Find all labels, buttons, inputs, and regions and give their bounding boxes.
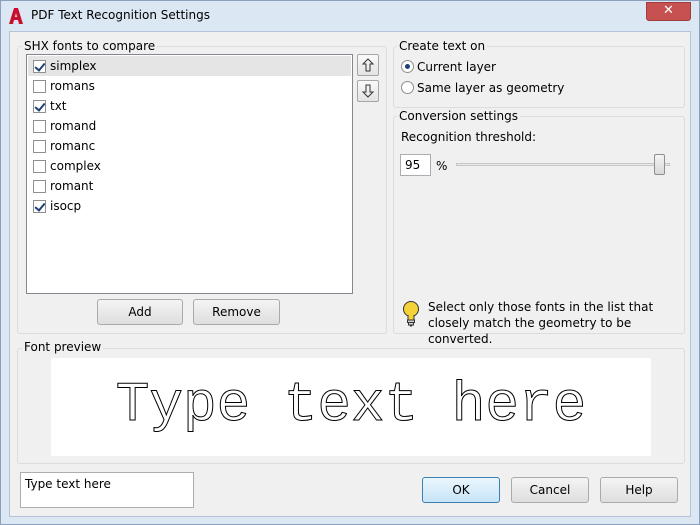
font-list[interactable]: simplex romans txt romand romanc complex xyxy=(26,54,353,294)
font-checkbox[interactable] xyxy=(33,140,46,153)
font-label: romans xyxy=(50,79,95,93)
tip-text: Select only those fonts in the list that… xyxy=(428,300,654,346)
conversion-group-label: Conversion settings xyxy=(397,109,520,123)
move-down-icon xyxy=(361,84,375,98)
move-up-icon xyxy=(361,58,375,72)
threshold-slider-thumb[interactable] xyxy=(653,154,665,175)
font-checkbox[interactable] xyxy=(33,60,46,73)
threshold-label: Recognition threshold: xyxy=(401,130,537,144)
current-layer-label[interactable]: Current layer xyxy=(417,60,496,74)
font-label: isocp xyxy=(50,199,82,213)
font-checkbox[interactable] xyxy=(33,100,46,113)
threshold-slider[interactable] xyxy=(456,163,670,166)
font-label: simplex xyxy=(50,59,97,73)
list-item-romand[interactable]: romand xyxy=(28,116,351,136)
title-bar[interactable]: PDF Text Recognition Settings ✕ xyxy=(1,1,699,31)
list-item-romanc[interactable]: romanc xyxy=(28,136,351,156)
ok-button[interactable]: OK xyxy=(422,477,500,503)
remove-button[interactable]: Remove xyxy=(193,299,280,325)
preview-group-label: Font preview xyxy=(22,340,104,354)
close-icon: ✕ xyxy=(663,3,674,18)
create-text-group xyxy=(393,46,685,108)
lightbulb-icon xyxy=(403,301,419,327)
list-item-romant[interactable]: romant xyxy=(28,176,351,196)
cancel-button[interactable]: Cancel xyxy=(511,477,589,503)
window-title: PDF Text Recognition Settings xyxy=(31,8,210,22)
font-preview: Type text here xyxy=(51,358,651,456)
font-label: romant xyxy=(50,179,94,193)
same-layer-radio[interactable] xyxy=(401,81,414,94)
threshold-input[interactable]: 95 xyxy=(400,154,431,176)
autocad-logo-icon xyxy=(9,8,23,24)
list-item-romans[interactable]: romans xyxy=(28,76,351,96)
list-item-txt[interactable]: txt xyxy=(28,96,351,116)
dialog-window: PDF Text Recognition Settings ✕ SHX font… xyxy=(0,0,700,525)
font-checkbox[interactable] xyxy=(33,120,46,133)
close-button[interactable]: ✕ xyxy=(646,2,691,21)
font-checkbox[interactable] xyxy=(33,80,46,93)
font-checkbox[interactable] xyxy=(33,180,46,193)
font-label: romanc xyxy=(50,139,96,153)
font-label: romand xyxy=(50,119,97,133)
move-down-button[interactable] xyxy=(357,80,379,102)
list-item-simplex[interactable]: simplex xyxy=(28,56,351,76)
font-label: txt xyxy=(50,99,67,113)
font-label: complex xyxy=(50,159,101,173)
create-text-group-label: Create text on xyxy=(397,39,488,53)
font-checkbox[interactable] xyxy=(33,160,46,173)
help-button[interactable]: Help xyxy=(600,477,678,503)
same-layer-label[interactable]: Same layer as geometry xyxy=(417,81,564,95)
preview-canvas: Type text here xyxy=(115,373,586,438)
dialog-body: SHX fonts to compare simplex romans txt … xyxy=(9,31,691,517)
list-item-isocp[interactable]: isocp xyxy=(28,196,351,216)
preview-text: Type text here xyxy=(116,373,586,437)
move-up-button[interactable] xyxy=(357,54,379,76)
font-checkbox[interactable] xyxy=(33,200,46,213)
sample-text-input[interactable]: Type text here xyxy=(20,472,194,508)
threshold-unit: % xyxy=(436,159,448,173)
current-layer-radio[interactable] xyxy=(401,60,414,73)
fonts-group-label: SHX fonts to compare xyxy=(22,39,158,53)
add-button[interactable]: Add xyxy=(97,299,183,325)
list-item-complex[interactable]: complex xyxy=(28,156,351,176)
